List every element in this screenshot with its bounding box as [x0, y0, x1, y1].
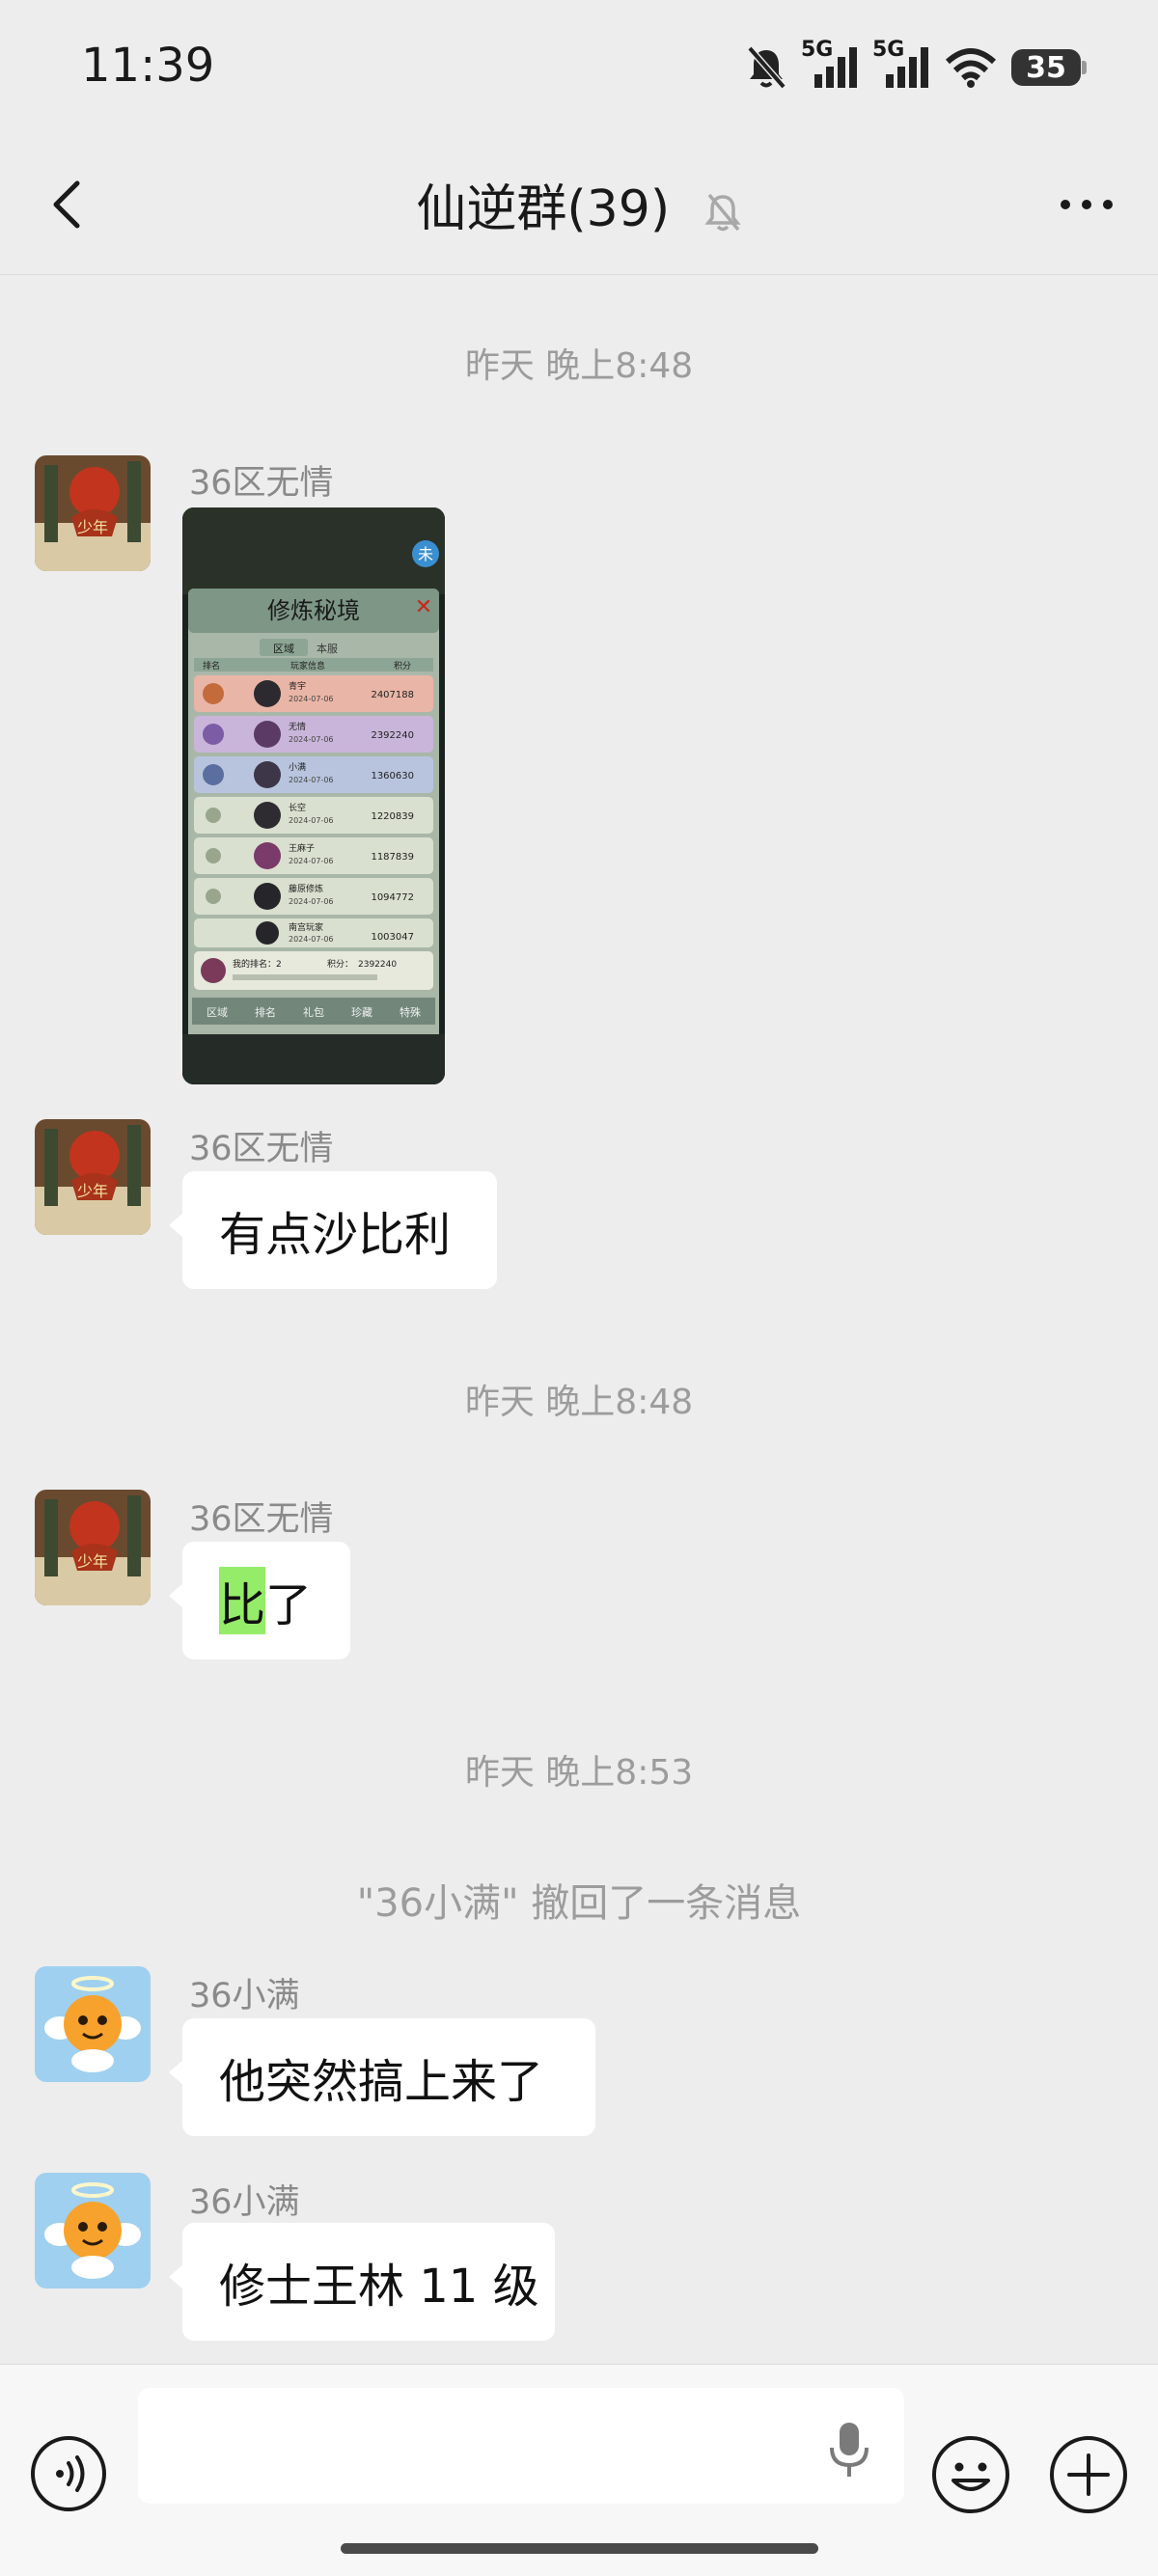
player-name: 无情: [289, 721, 306, 732]
sender-name: 36小满: [189, 2183, 300, 2222]
more-dots-icon[interactable]: [1058, 185, 1116, 224]
player-name: 长空: [289, 802, 306, 813]
signal-icon: 5G: [872, 38, 930, 92]
rank-row: 小满 2024-07-06 1360630: [194, 756, 433, 793]
player-name: 南宫玩家: [289, 921, 323, 933]
message-text: 有点沙比利: [219, 1208, 452, 1262]
avatar[interactable]: [35, 1966, 151, 2082]
player-name: 小满: [289, 762, 306, 773]
signal-icon: 5G: [801, 38, 859, 92]
player-score: 2407188: [371, 690, 414, 700]
rank-row: 王麻子 2024-07-06 1187839: [194, 837, 433, 874]
plus-circle-icon[interactable]: [1048, 2434, 1129, 2515]
network-label: 5G: [872, 38, 905, 62]
wifi-icon: [945, 48, 997, 88]
player-score: 1360630: [371, 771, 414, 781]
my-rank-label: 我的排名：2: [233, 958, 282, 970]
image-message[interactable]: 未 修炼秘境 ✕ 区域 本服 排名 玩家信息 积分 青宇 2024-07-06 …: [182, 507, 445, 1084]
rank-row: 青宇 2024-07-06 2407188: [194, 675, 433, 712]
game-title: 修炼秘境: [267, 597, 360, 624]
svg-text:少年: 少年: [77, 1552, 108, 1571]
player-score: 1094772: [371, 892, 414, 903]
avatar[interactable]: 少年: [35, 455, 151, 571]
game-close: ✕: [415, 595, 432, 619]
player-score: 1003047: [371, 932, 414, 943]
mic-icon[interactable]: [828, 2421, 870, 2479]
message-text-highlight: 比: [219, 1567, 266, 1634]
battery-icon: 35: [1011, 49, 1087, 86]
player-date: 2024-07-06: [289, 857, 334, 865]
timestamp: 昨天 晚上8:53: [464, 1753, 694, 1793]
message-text: 修士王林 11 级: [219, 2260, 539, 2314]
chat-title: 仙逆群(39): [416, 180, 671, 238]
my-rank-row: 我的排名：2 积分： 2392240: [194, 951, 433, 990]
svg-text:少年: 少年: [77, 1182, 108, 1200]
chat-title-wrap: 仙逆群(39): [0, 168, 1158, 240]
status-bar: 11:39 5G 5G 35: [0, 0, 1158, 135]
player-score: 1220839: [371, 811, 414, 822]
player-date: 2024-07-06: [289, 816, 334, 825]
message-bubble[interactable]: 修士王林 11 级: [169, 2223, 555, 2341]
player-date: 2024-07-06: [289, 735, 334, 744]
bottom-tab: 珍藏: [351, 1006, 372, 1019]
game-tab: 本服: [317, 642, 338, 655]
sender-name: 36区无情: [189, 1500, 334, 1539]
rank-row: 长空 2024-07-06 1220839: [194, 797, 433, 834]
player-score: 2392240: [371, 730, 414, 741]
my-score: 2392240: [358, 960, 397, 970]
status-time: 11:39: [81, 39, 215, 93]
avatar[interactable]: 少年: [35, 1119, 151, 1235]
chat-header: 仙逆群(39): [0, 135, 1158, 275]
sender-name: 36区无情: [189, 1130, 334, 1168]
message-bubble[interactable]: 他突然搞上来了: [169, 2018, 595, 2136]
message-bubble[interactable]: 有点沙比利: [169, 1171, 497, 1289]
bottom-tab: 排名: [255, 1005, 276, 1019]
column-header: 积分: [394, 660, 411, 671]
message-text: 他突然搞上来了: [219, 2055, 544, 2109]
game-badge: 未: [418, 545, 433, 563]
voice-icon[interactable]: [29, 2434, 108, 2513]
avatar[interactable]: 少年: [35, 1490, 151, 1605]
avatar[interactable]: [35, 2173, 151, 2288]
column-header: 玩家信息: [290, 660, 325, 671]
my-score-label: 积分：: [327, 958, 353, 970]
player-name: 青宇: [289, 680, 306, 692]
rank-row: 无情 2024-07-06 2392240: [194, 716, 433, 753]
bottom-tab: 区域: [207, 1006, 228, 1019]
bottom-tab: 特殊: [400, 1005, 421, 1019]
chat-screen: 11:39 5G 5G 35 仙逆群(39) 昨天 晚上8:48 少年 36区无…: [0, 0, 1158, 2576]
player-date: 2024-07-06: [289, 695, 334, 703]
rank-row: 南宫玩家 2024-07-06 1003047: [194, 918, 433, 947]
network-label: 5G: [801, 38, 834, 62]
timestamp: 昨天 晚上8:48: [464, 346, 694, 386]
emoji-icon[interactable]: [930, 2434, 1011, 2515]
message-input[interactable]: [138, 2388, 904, 2504]
sender-name: 36小满: [189, 1977, 300, 2015]
home-indicator[interactable]: [341, 2543, 818, 2554]
bell-off-icon: [703, 193, 741, 232]
bottom-tab: 礼包: [303, 1005, 324, 1019]
player-date: 2024-07-06: [289, 776, 334, 784]
sender-name: 36区无情: [189, 464, 334, 503]
player-date: 2024-07-06: [289, 935, 334, 944]
player-date: 2024-07-06: [289, 897, 334, 906]
game-tab: 区域: [273, 643, 294, 655]
rank-row: 藤原修炼 2024-07-06 1094772: [194, 878, 433, 915]
player-name: 藤原修炼: [289, 883, 323, 894]
recall-notice: "36小满" 撤回了一条消息: [356, 1881, 802, 1926]
status-icons: 5G 5G 35: [745, 38, 1087, 96]
column-header: 排名: [203, 660, 220, 671]
player-score: 1187839: [371, 852, 414, 863]
bell-off-icon: [747, 45, 786, 90]
message-text: 了: [265, 1578, 313, 1632]
player-name: 王麻子: [289, 842, 315, 854]
timestamp: 昨天 晚上8:48: [464, 1383, 694, 1422]
svg-text:少年: 少年: [77, 518, 108, 536]
message-bubble[interactable]: 比了: [169, 1542, 350, 1659]
